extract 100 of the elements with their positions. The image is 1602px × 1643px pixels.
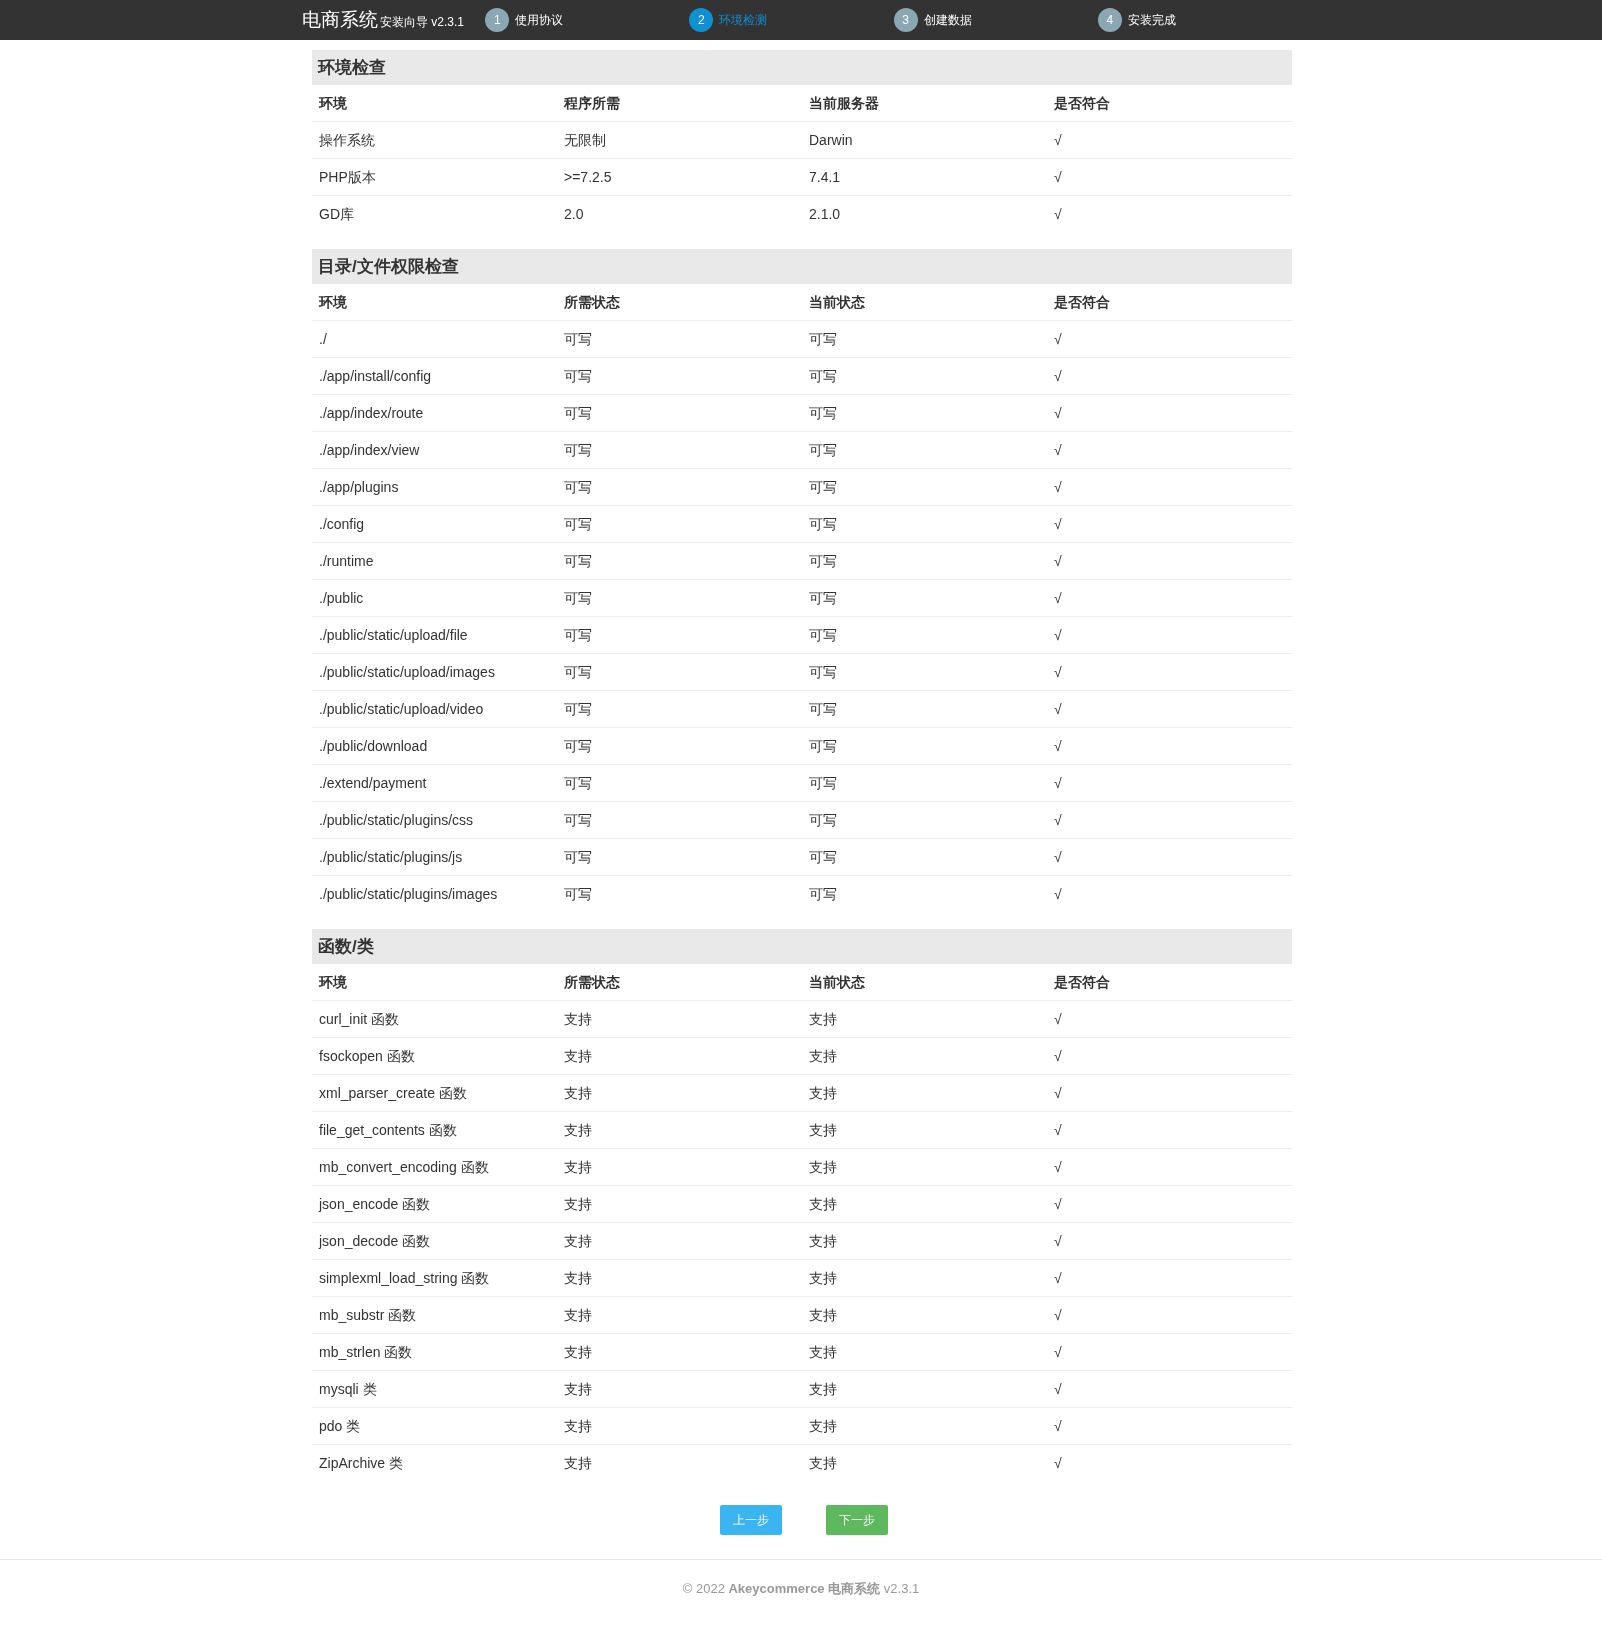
table-cell: 可写 (557, 468, 802, 506)
table-cell: 可写 (802, 727, 1047, 765)
table-cell: √ (1047, 158, 1292, 196)
section-title: 函数/类 (312, 929, 1292, 964)
table-cell: 支持 (557, 1407, 802, 1445)
table-cell: 支持 (802, 1111, 1047, 1149)
table-cell: ./public/static/upload/images (312, 653, 557, 691)
table-cell: √ (1047, 1000, 1292, 1038)
column-header: 环境 (312, 964, 557, 1001)
table-cell: simplexml_load_string 函数 (312, 1259, 557, 1297)
table-cell: 可写 (557, 690, 802, 728)
table-cell: 可写 (802, 505, 1047, 543)
table-cell: 可写 (802, 542, 1047, 580)
table-cell: √ (1047, 838, 1292, 876)
table-cell: √ (1047, 1222, 1292, 1260)
table-cell: ./public/static/upload/file (312, 616, 557, 654)
column-header: 当前服务器 (802, 85, 1047, 122)
brand-subtitle: 安装向导 v2.3.1 (380, 14, 465, 31)
column-header: 是否符合 (1047, 964, 1292, 1001)
table-cell: 可写 (557, 801, 802, 839)
table-cell: √ (1047, 690, 1292, 728)
table-cell: 支持 (557, 1296, 802, 1334)
table-cell: 可写 (802, 875, 1047, 912)
table-cell: 可写 (557, 394, 802, 432)
step-number: 4 (1097, 8, 1122, 32)
table-cell: xml_parser_create 函数 (312, 1074, 557, 1112)
column-header: 环境 (312, 284, 557, 321)
table-cell: ./config (312, 505, 557, 543)
step-number: 3 (893, 8, 918, 32)
table-cell: >=7.2.5 (557, 158, 802, 196)
table-cell: √ (1047, 468, 1292, 506)
next-button[interactable]: 下一步 (826, 1505, 888, 1535)
table-cell: √ (1047, 727, 1292, 765)
table-cell: √ (1047, 1296, 1292, 1334)
table-cell: 支持 (802, 1074, 1047, 1112)
table-cell: 可写 (557, 505, 802, 543)
table-cell: √ (1047, 764, 1292, 802)
table-cell: √ (1047, 1148, 1292, 1186)
table-cell: 支持 (557, 1000, 802, 1038)
table-cell: √ (1047, 875, 1292, 912)
table-cell: json_encode 函数 (312, 1185, 557, 1223)
table-cell: 可写 (557, 357, 802, 395)
table-cell: √ (1047, 616, 1292, 654)
column-header: 当前状态 (802, 964, 1047, 1001)
step-label: 安装完成 (1127, 11, 1176, 29)
table-cell: pdo 类 (312, 1407, 557, 1445)
table-cell: 可写 (802, 431, 1047, 469)
table-cell: 可写 (557, 875, 802, 912)
table-cell: 支持 (802, 1259, 1047, 1297)
table-cell: √ (1047, 505, 1292, 543)
table-cell: √ (1047, 579, 1292, 617)
previous-button[interactable]: 上一步 (720, 1505, 782, 1535)
table-cell: ./public (312, 579, 557, 617)
step-number: 1 (485, 8, 510, 32)
table-cell: ./app/index/view (312, 431, 557, 469)
table-cell: file_get_contents 函数 (312, 1111, 557, 1149)
table-cell: √ (1047, 1370, 1292, 1408)
table-cell: 可写 (557, 431, 802, 469)
table-cell: ZipArchive 类 (312, 1444, 557, 1481)
table-cell: 支持 (557, 1333, 802, 1371)
table-cell: 支持 (557, 1148, 802, 1186)
table-cell: √ (1047, 1444, 1292, 1481)
table-cell: 支持 (557, 1370, 802, 1408)
table-cell: mb_substr 函数 (312, 1296, 557, 1334)
table-cell: 支持 (802, 1000, 1047, 1038)
table-cell: json_decode 函数 (312, 1222, 557, 1260)
table-cell: √ (1047, 1074, 1292, 1112)
step-label: 创建数据 (923, 11, 972, 29)
table-cell: √ (1047, 394, 1292, 432)
table-cell: ./public/download (312, 727, 557, 765)
table-cell: 可写 (557, 727, 802, 765)
table-cell: Darwin (802, 121, 1047, 159)
table-cell: √ (1047, 121, 1292, 159)
table-cell: ./app/plugins (312, 468, 557, 506)
table-cell: mb_convert_encoding 函数 (312, 1148, 557, 1186)
table-cell: 支持 (557, 1111, 802, 1149)
table-cell: √ (1047, 320, 1292, 358)
table-cell: √ (1047, 542, 1292, 580)
table-cell: ./public/static/plugins/js (312, 838, 557, 876)
table-cell: 支持 (802, 1444, 1047, 1481)
table-cell: 可写 (802, 616, 1047, 654)
table-cell: 可写 (802, 579, 1047, 617)
table-cell: 支持 (557, 1222, 802, 1260)
table-cell: ./runtime (312, 542, 557, 580)
section-title: 环境检查 (312, 50, 1292, 85)
table-cell: 可写 (557, 579, 802, 617)
column-header: 是否符合 (1047, 85, 1292, 122)
table-cell: √ (1047, 1333, 1292, 1371)
table-cell: ./public/static/plugins/css (312, 801, 557, 839)
table-cell: √ (1047, 653, 1292, 691)
table-cell: 支持 (802, 1222, 1047, 1260)
table-cell: 支持 (557, 1074, 802, 1112)
column-header: 是否符合 (1047, 284, 1292, 321)
table-cell: 可写 (802, 468, 1047, 506)
column-header: 程序所需 (557, 85, 802, 122)
table-cell: 可写 (557, 764, 802, 802)
table-cell: √ (1047, 1259, 1292, 1297)
table-cell: curl_init 函数 (312, 1000, 557, 1038)
table-cell: √ (1047, 1185, 1292, 1223)
table-cell: 支持 (557, 1444, 802, 1481)
